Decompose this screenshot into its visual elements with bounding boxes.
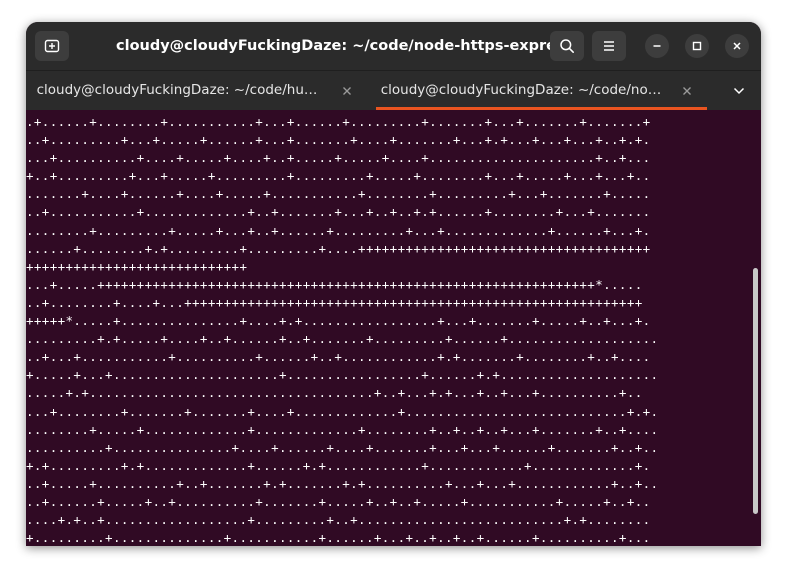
tab-hu[interactable]: cloudy@cloudyFuckingDaze: ~/code/hu… bbox=[32, 71, 363, 110]
terminal-line: ...+..........+....+.....+....+..+.....+… bbox=[26, 150, 651, 166]
new-tab-button[interactable] bbox=[35, 31, 69, 61]
new-tab-icon bbox=[44, 38, 60, 54]
tab-label: cloudy@cloudyFuckingDaze: ~/code/no… bbox=[380, 82, 662, 98]
terminal-line: +..+.........+...+.....+.........+......… bbox=[26, 168, 651, 184]
terminal-line: ..+...........+.............+..+.......+… bbox=[26, 204, 651, 220]
tab-label: cloudy@cloudyFuckingDaze: ~/code/hu… bbox=[36, 82, 318, 98]
chevron-down-icon bbox=[733, 87, 745, 95]
search-button[interactable] bbox=[550, 31, 584, 61]
terminal-line: ..........+...............+....+......+.… bbox=[26, 439, 659, 455]
terminal-line: ........+.....+.............+...........… bbox=[26, 421, 659, 437]
close-icon bbox=[682, 86, 692, 96]
terminal-line: +.........+..............+...........+..… bbox=[26, 530, 651, 546]
terminal-line: .......+....+......+....+.....+.........… bbox=[26, 186, 651, 202]
close-button[interactable] bbox=[725, 34, 749, 58]
terminal-line: +++++*.....+...............+....+.+.....… bbox=[26, 313, 651, 329]
search-icon bbox=[559, 38, 575, 54]
tab-bar: cloudy@cloudyFuckingDaze: ~/code/hu… clo… bbox=[26, 70, 761, 110]
terminal-line: ..+...+...........+..........+......+..+… bbox=[26, 349, 651, 365]
tab-close-button[interactable] bbox=[679, 83, 695, 99]
terminal-line: .....+.+................................… bbox=[26, 385, 643, 401]
terminal-line: +.....+...+.....................+.......… bbox=[26, 367, 659, 383]
window-title: cloudy@cloudyFuckingDaze: ~/code/node-ht… bbox=[116, 38, 574, 54]
minimize-icon bbox=[652, 41, 662, 51]
close-icon bbox=[732, 41, 742, 51]
terminal-window: cloudy@cloudyFuckingDaze: ~/code/node-ht… bbox=[26, 22, 761, 546]
scrollbar[interactable] bbox=[753, 268, 758, 514]
terminal-line: ..+.........+...+.....+......+...+......… bbox=[26, 132, 651, 148]
tab-overflow-button[interactable] bbox=[731, 83, 747, 99]
terminal-line: .........+.+.....+....+..+......+..+....… bbox=[26, 331, 659, 347]
tab-close-button[interactable] bbox=[339, 83, 355, 99]
header-bar: cloudy@cloudyFuckingDaze: ~/code/node-ht… bbox=[26, 22, 761, 70]
terminal-line: ..+......+.....+..+..........+.......+..… bbox=[26, 493, 651, 509]
terminal-output[interactable]: .+......+........+...........+...+......… bbox=[26, 110, 761, 546]
maximize-icon bbox=[692, 41, 702, 51]
terminal-line: ...+.....+++++++++++++++++++++++++++++++… bbox=[26, 276, 643, 292]
hamburger-menu-icon bbox=[602, 40, 616, 52]
tab-node-https-express[interactable]: cloudy@cloudyFuckingDaze: ~/code/no… bbox=[376, 71, 707, 110]
terminal-line: ......+........+.+.........+.........+..… bbox=[26, 240, 651, 256]
terminal-line: ++++++++++++++++++++++++++++ bbox=[26, 258, 248, 274]
terminal-text: .+......+........+...........+...+......… bbox=[26, 113, 658, 546]
terminal-line: .+......+........+...........+...+......… bbox=[26, 114, 651, 129]
menu-button[interactable] bbox=[592, 31, 626, 61]
terminal-line: ..+.....+..........+..+.......+.+.......… bbox=[26, 475, 659, 491]
terminal-line: +.+.........+.+.............+......+.+..… bbox=[26, 457, 651, 473]
close-icon bbox=[342, 86, 352, 96]
terminal-line: ..+........+....+...++++++++++++++++++++… bbox=[26, 294, 643, 310]
maximize-button[interactable] bbox=[685, 34, 709, 58]
terminal-line: ....+.+..+..................+.........+.… bbox=[26, 512, 651, 528]
minimize-button[interactable] bbox=[645, 34, 669, 58]
terminal-line: ...+........+.......+.......+....+......… bbox=[26, 403, 659, 419]
terminal-line: ........+.........+.....+...+..+......+.… bbox=[26, 222, 651, 238]
